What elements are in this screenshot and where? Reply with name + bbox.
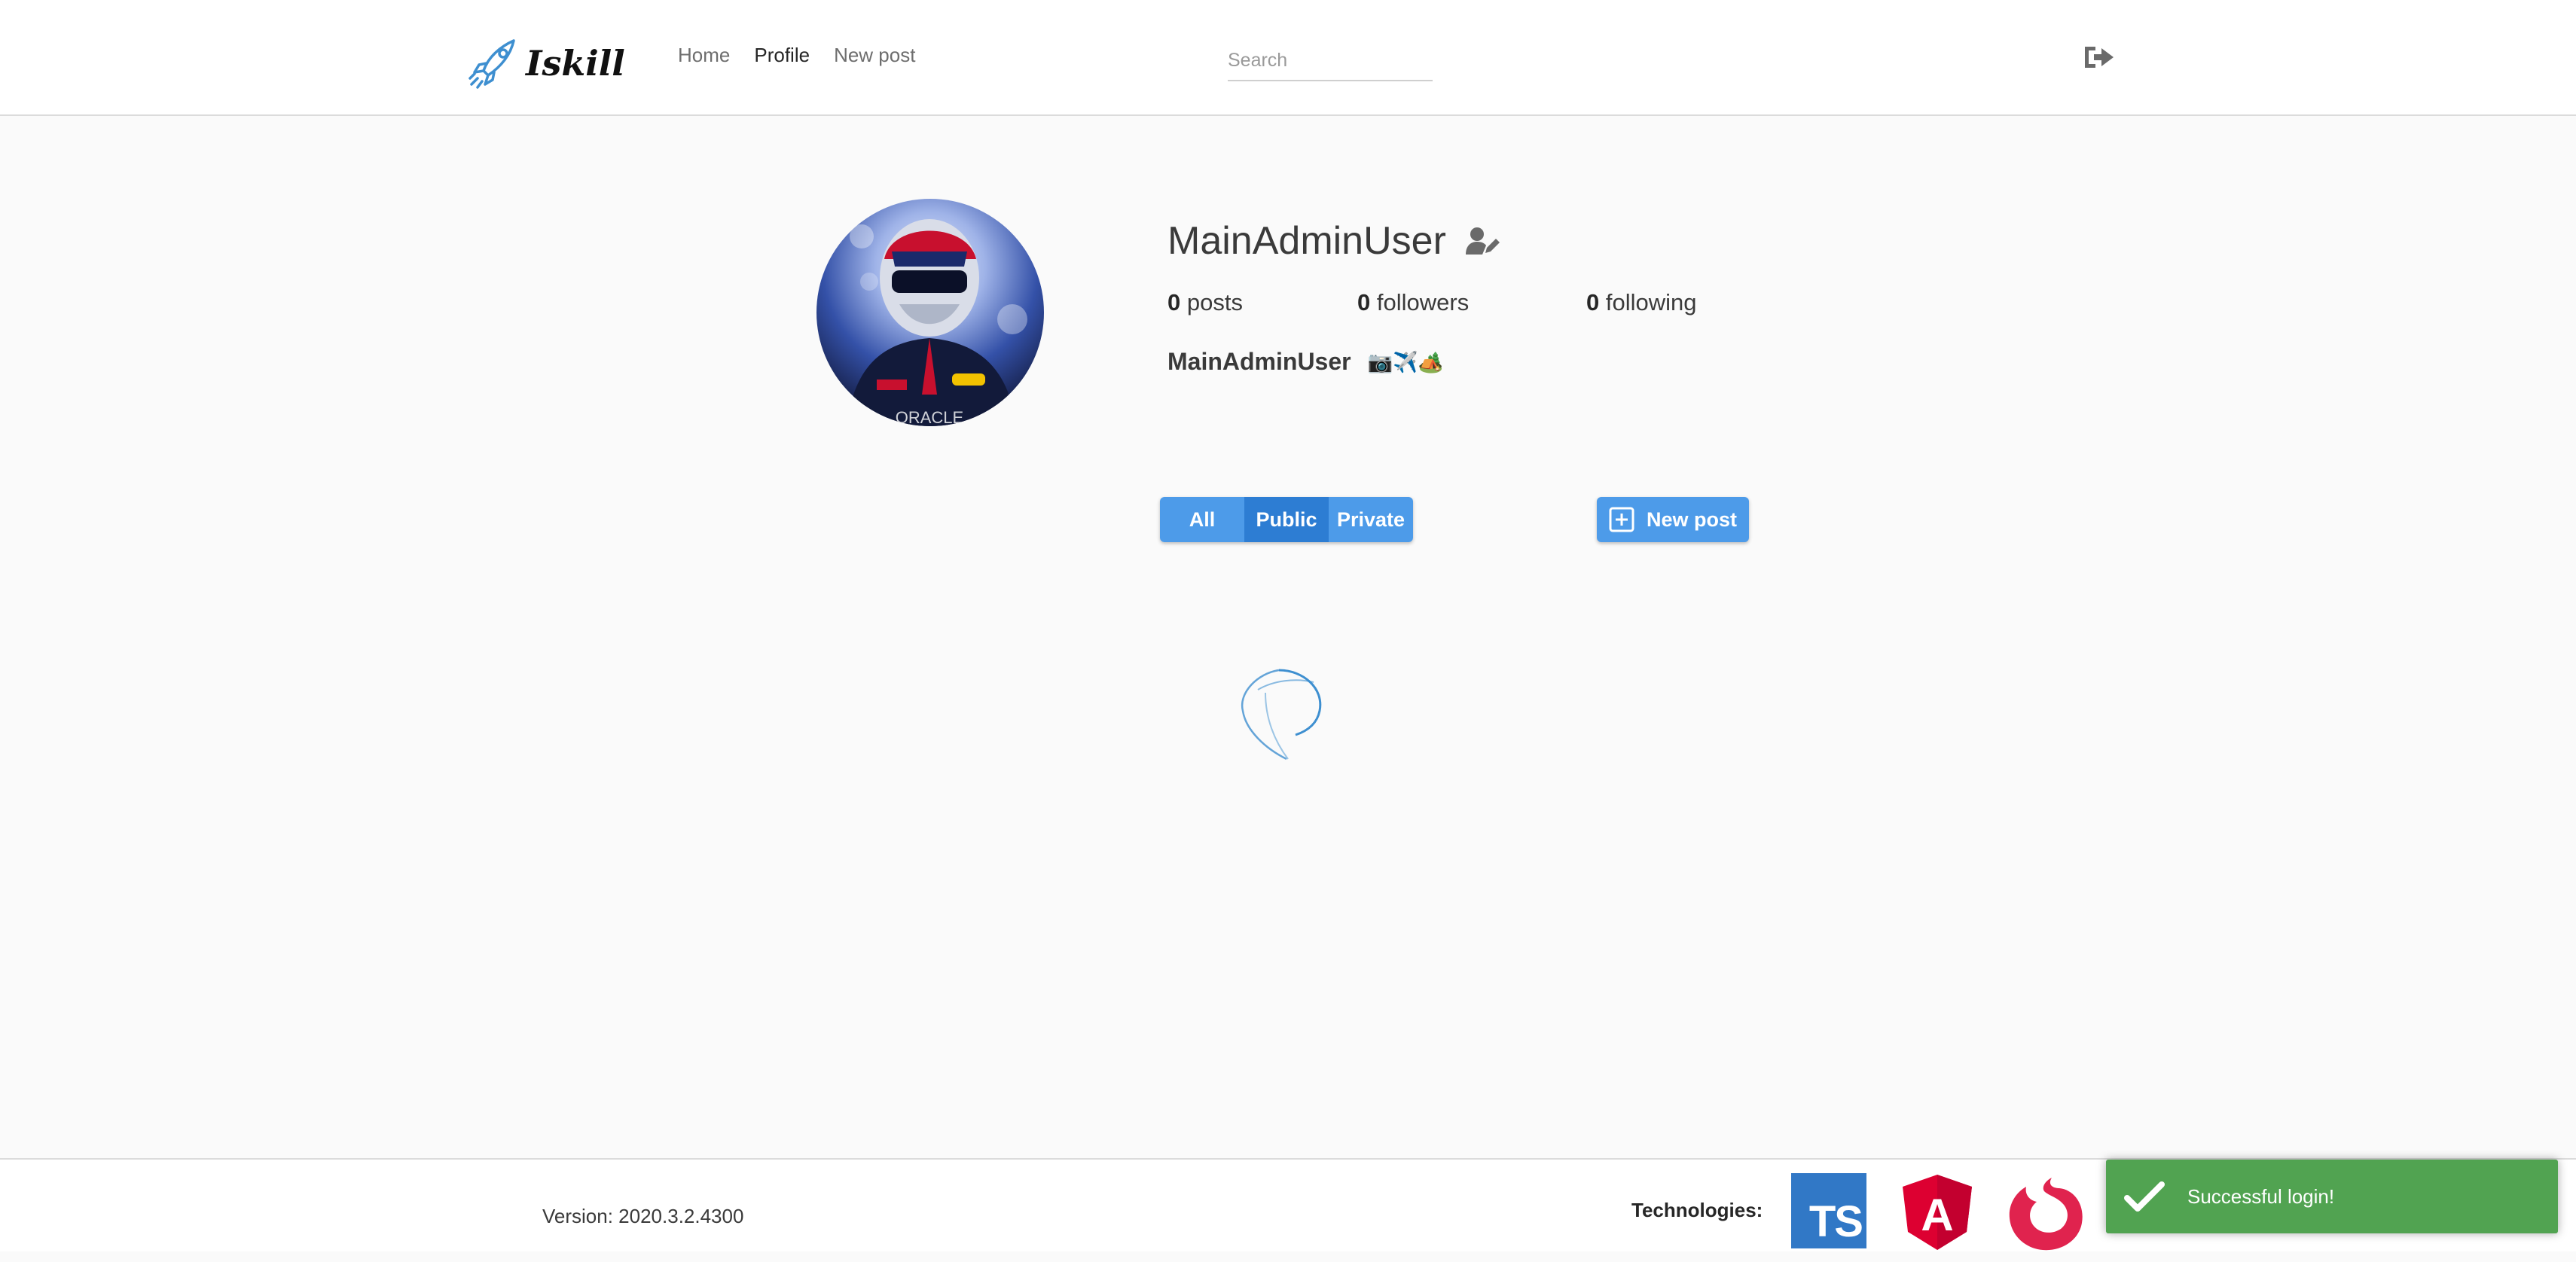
profile-bio: MainAdminUser 📷✈️🏕️ — [1167, 348, 1443, 376]
nav-profile-link[interactable]: Profile — [754, 44, 810, 67]
bio-name: MainAdminUser — [1167, 348, 1351, 375]
nestjs-logo — [2009, 1178, 2083, 1251]
user-edit-icon[interactable] — [1465, 226, 1500, 256]
profile-header: MainAdminUser — [1167, 218, 1500, 264]
new-post-label: New post — [1647, 508, 1738, 531]
svg-text:ORACLE: ORACLE — [896, 408, 963, 426]
toast-message: Successful login! — [2187, 1184, 2335, 1208]
technologies-label: Technologies: — [1631, 1199, 1763, 1221]
iskillo-logo[interactable]: Iskillo — [467, 29, 625, 89]
search-input[interactable] — [1228, 41, 1433, 81]
following-count[interactable]: 0 following — [1586, 289, 1697, 316]
new-post-button[interactable]: New post — [1597, 497, 1749, 542]
top-navbar: Iskillo Home Profile New post — [0, 0, 2576, 116]
plus-square-icon — [1609, 507, 1634, 532]
success-toast[interactable]: Successful login! — [2106, 1160, 2558, 1233]
loading-spinner-icon — [1241, 669, 1322, 761]
avatar-image: ORACLE — [847, 219, 1027, 426]
filter-all-button[interactable]: All — [1160, 497, 1244, 542]
typescript-logo: TS — [1791, 1173, 1866, 1248]
posts-count: 0 posts — [1167, 289, 1243, 316]
sign-out-icon[interactable] — [2082, 44, 2115, 71]
post-visibility-filter: All Public Private — [1160, 497, 1413, 542]
check-icon — [2124, 1181, 2165, 1212]
version-label: Version: 2020.3.2.4300 — [542, 1205, 744, 1227]
rocket-icon — [469, 39, 515, 89]
nav-new-post-link[interactable]: New post — [834, 44, 915, 67]
followers-count[interactable]: 0 followers — [1357, 289, 1469, 316]
bio-emoji: 📷✈️🏕️ — [1367, 350, 1444, 373]
nav-home-link[interactable]: Home — [678, 44, 730, 67]
filter-private-button[interactable]: Private — [1329, 497, 1413, 542]
svg-text:A: A — [1921, 1190, 1953, 1240]
profile-avatar: ORACLE — [816, 199, 1044, 426]
filter-public-button[interactable]: Public — [1244, 497, 1329, 542]
profile-username: MainAdminUser — [1167, 219, 1446, 263]
svg-text:Iskillo: Iskillo — [524, 43, 625, 84]
main-nav: Home Profile New post — [678, 44, 915, 67]
angular-logo: A — [1903, 1175, 1972, 1250]
